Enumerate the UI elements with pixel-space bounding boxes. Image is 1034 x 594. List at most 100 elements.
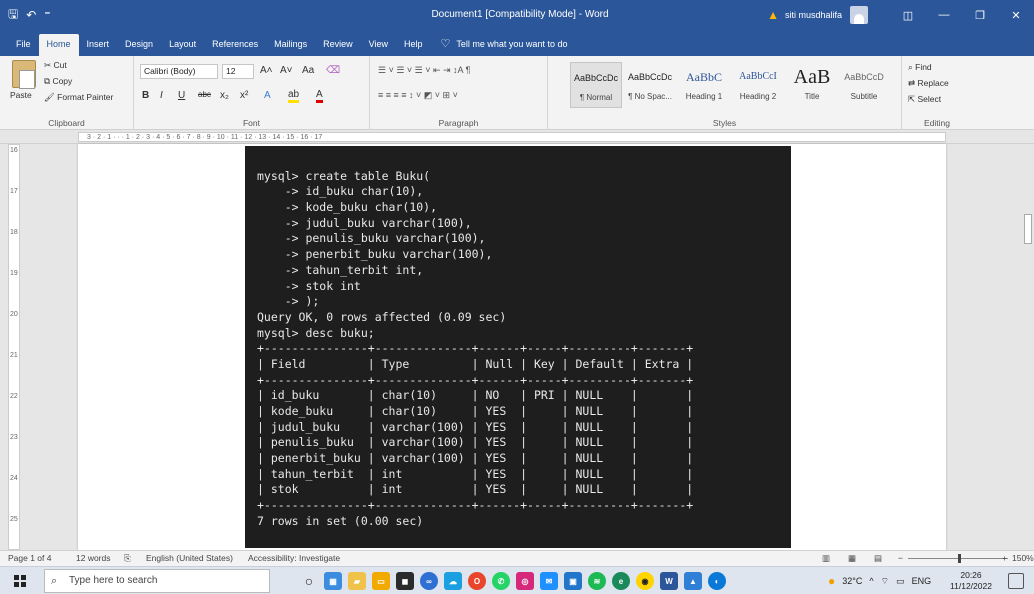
instagram-icon[interactable]: ◎ — [516, 572, 534, 590]
replace-button[interactable]: ⇄ Replace — [908, 78, 949, 89]
style-name: Heading 2 — [739, 92, 777, 101]
mysql-terminal-image[interactable]: mysql> create table Buku( -> id_buku cha… — [245, 146, 791, 548]
tab-references[interactable]: References — [204, 34, 266, 56]
grow-font-button[interactable]: A˄ — [260, 65, 273, 76]
clear-formatting-button[interactable]: ⌫ — [326, 65, 340, 76]
cortana-icon[interactable]: ○ — [300, 572, 318, 590]
text-effects-button[interactable]: A — [264, 90, 271, 101]
font-color-button[interactable]: A — [316, 90, 323, 103]
terminal-line: | stok | int | YES | | NULL | | — [257, 482, 694, 497]
print-layout-icon[interactable]: ▦ — [848, 553, 856, 564]
paste-icon[interactable] — [12, 60, 36, 89]
tab-review[interactable]: Review — [315, 34, 361, 56]
format-painter-button[interactable]: 🖌 Format Painter — [44, 92, 113, 103]
select-label: Select — [917, 94, 942, 104]
tab-help[interactable]: Help — [396, 34, 431, 56]
chrome-icon[interactable]: ◉ — [636, 572, 654, 590]
edge-icon[interactable]: e — [612, 572, 630, 590]
scrollbar-thumb[interactable] — [1024, 214, 1032, 244]
ribbon-display-options-icon[interactable]: ◫ — [890, 0, 926, 30]
task-view-icon[interactable]: ▦ — [324, 572, 342, 590]
cut-button[interactable]: ✂ Cut — [44, 60, 67, 71]
find-button[interactable]: ⌕ Find — [908, 62, 932, 73]
warning-icon[interactable]: ▲ — [767, 8, 779, 22]
windows-start-icon[interactable] — [14, 575, 26, 587]
zoom-out-button[interactable]: − — [898, 553, 903, 563]
page-count[interactable]: Page 1 of 4 — [8, 553, 51, 563]
style-heading-2[interactable]: AaBbCcI Heading 2 — [732, 62, 784, 108]
zoom-level[interactable]: 150% — [1012, 553, 1034, 563]
spotify-icon[interactable]: ≋ — [588, 572, 606, 590]
opera-icon[interactable]: O — [468, 572, 486, 590]
paragraph-row1-controls[interactable]: ☰ ˅ ☰ ˅ ☰ ˅ ⇤ ⇥ ↕A ¶ — [378, 65, 470, 76]
temperature[interactable]: 32°C — [842, 576, 862, 586]
ruler-track[interactable]: 3 · 2 · 1 · · · 1 · 2 · 3 · 4 · 5 · 6 · … — [78, 132, 946, 142]
proofing-icon[interactable]: ⎘ — [124, 553, 131, 564]
underline-button[interactable]: U — [178, 90, 185, 101]
photos-icon[interactable]: ▲ — [684, 572, 702, 590]
zoom-slider-thumb[interactable] — [958, 554, 961, 563]
web-layout-icon[interactable]: ▤ — [874, 553, 882, 564]
avatar[interactable] — [850, 6, 868, 24]
word-taskbar-icon[interactable]: W — [660, 572, 678, 590]
strikethrough-button[interactable]: abc — [198, 90, 211, 99]
user-name[interactable]: siti musdhalifa — [785, 10, 842, 20]
cloud-icon[interactable]: ☁ — [444, 572, 462, 590]
alexa-icon[interactable]: ∞ — [420, 572, 438, 590]
messenger-icon[interactable]: ✉ — [540, 572, 558, 590]
calendar-icon[interactable]: ▣ — [564, 572, 582, 590]
clock[interactable]: 20:26 11/12/2022 — [946, 570, 996, 592]
font-family-select[interactable]: Calibri (Body) — [140, 64, 218, 79]
tab-insert[interactable]: Insert — [79, 34, 118, 56]
word-count[interactable]: 12 words — [76, 553, 111, 563]
style-heading-1[interactable]: AaBbC Heading 1 — [678, 62, 730, 108]
terminal-line: -> judul_buku varchar(100), — [257, 215, 472, 230]
select-button[interactable]: ⇱ Select — [908, 94, 941, 105]
highlight-button[interactable]: ab — [288, 90, 300, 103]
browser-icon[interactable]: ◐ — [708, 572, 726, 590]
style-title[interactable]: AaB Title — [786, 62, 838, 108]
read-mode-icon[interactable]: ▥ — [822, 553, 830, 564]
font-size-select[interactable]: 12 — [222, 64, 254, 79]
style-normal[interactable]: AaBbCcDc ¶ Normal — [570, 62, 622, 108]
style-subtitle[interactable]: AaBbCcD Subtitle — [838, 62, 890, 108]
customize-qat-icon[interactable]: ⁼ — [44, 8, 50, 22]
whatsapp-icon[interactable]: ✆ — [492, 572, 510, 590]
italic-button[interactable]: I — [160, 90, 163, 101]
accessibility-status[interactable]: Accessibility: Investigate — [248, 553, 340, 563]
tab-view[interactable]: View — [361, 34, 396, 56]
vertical-scrollbar[interactable] — [1022, 144, 1034, 550]
input-language[interactable]: ENG — [912, 576, 932, 586]
paragraph-row2-controls[interactable]: ≡ ≡ ≡ ≡ ↕ ˅ ◩ ˅ ⊞ ˅ — [378, 90, 458, 101]
shrink-font-button[interactable]: A˅ — [280, 65, 293, 76]
notification-icon[interactable] — [1008, 573, 1024, 589]
change-case-button[interactable]: Aa — [302, 65, 314, 76]
bold-button[interactable]: B — [142, 90, 149, 101]
tab-design[interactable]: Design — [117, 34, 161, 56]
tab-layout[interactable]: Layout — [161, 34, 204, 56]
copy-button[interactable]: ⧉ Copy — [44, 76, 72, 87]
weather-icon[interactable]: ● — [828, 574, 835, 588]
tab-file[interactable]: File — [8, 34, 39, 56]
folder-icon[interactable]: ▰ — [348, 572, 366, 590]
tab-mailings[interactable]: Mailings — [266, 34, 315, 56]
minimize-button[interactable]: — — [926, 0, 962, 30]
save-icon[interactable]: 🖫 — [8, 5, 18, 26]
store-icon[interactable]: ◼ — [396, 572, 414, 590]
tell-me-search[interactable]: ♡ Tell me what you want to do — [441, 34, 568, 56]
style-no-spacing[interactable]: AaBbCcDc ¶ No Spac... — [624, 62, 676, 108]
network-icon[interactable]: ⌔ — [881, 576, 889, 587]
restore-button[interactable]: ❐ — [962, 0, 998, 30]
taskbar-search-box[interactable]: ⌕ Type here to search — [44, 569, 270, 593]
subscript-button[interactable]: x₂ — [220, 90, 229, 101]
file-explorer-icon[interactable]: ▭ — [372, 572, 390, 590]
battery-icon[interactable]: ▭ — [896, 576, 905, 587]
tab-home[interactable]: Home — [38, 34, 79, 56]
tray-chevron-icon[interactable]: ^ — [869, 576, 873, 586]
zoom-in-button[interactable]: + — [1002, 553, 1007, 563]
superscript-button[interactable]: x² — [240, 90, 248, 101]
language-status[interactable]: English (United States) — [146, 553, 233, 563]
close-button[interactable]: ✕ — [998, 0, 1034, 30]
undo-icon[interactable]: ↶ — [26, 8, 36, 22]
paste-button[interactable]: Paste — [10, 90, 32, 100]
